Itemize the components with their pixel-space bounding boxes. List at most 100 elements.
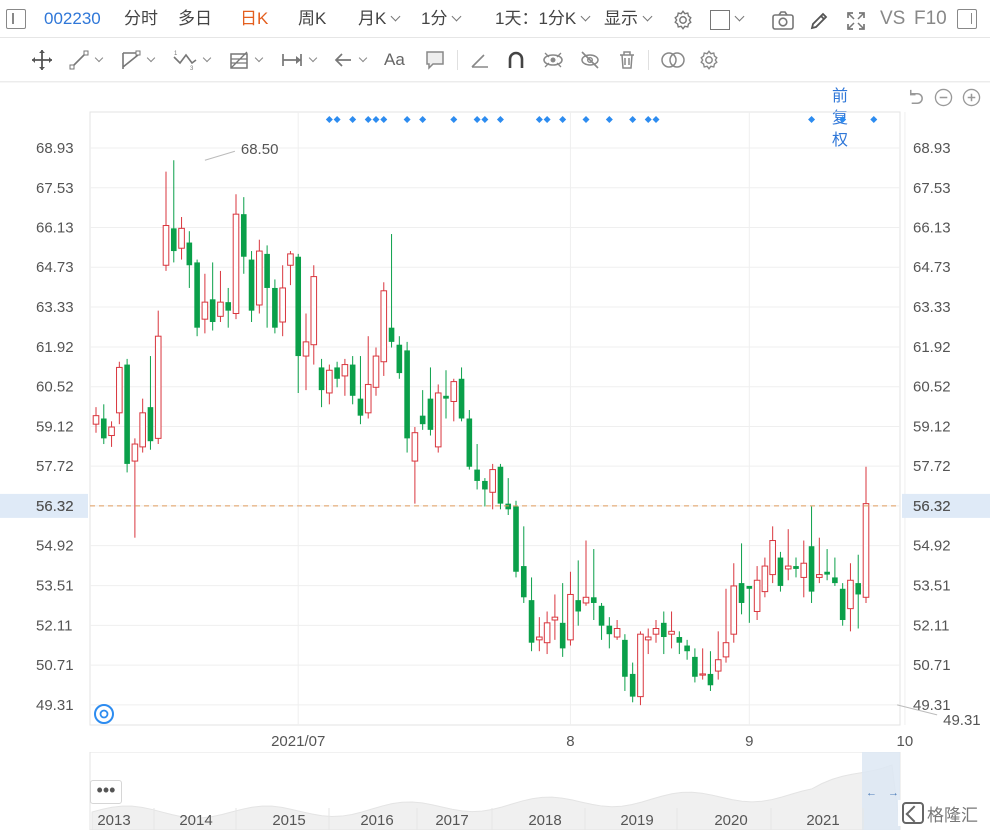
candle-body-up bbox=[364, 383, 372, 414]
candle bbox=[761, 557, 769, 598]
high-annotation-leader bbox=[204, 150, 236, 161]
comment-icon[interactable] bbox=[424, 46, 446, 74]
candle-body-down bbox=[427, 398, 434, 430]
magnet-icon[interactable] bbox=[505, 46, 527, 74]
move-crosshair-icon[interactable] bbox=[30, 46, 54, 74]
candle-body-down bbox=[482, 480, 488, 490]
trend-line-tool[interactable] bbox=[68, 46, 104, 74]
y-tick-label-left: 63.33 bbox=[36, 299, 74, 316]
candle bbox=[847, 563, 854, 632]
text-tool[interactable]: Aa bbox=[384, 46, 405, 74]
current-price-label-left: 56.32 bbox=[36, 498, 74, 515]
vs-compare-button[interactable]: VS bbox=[880, 0, 905, 38]
candle bbox=[100, 404, 107, 445]
candle bbox=[108, 421, 115, 447]
measure-angle-icon[interactable] bbox=[469, 46, 491, 74]
candle bbox=[629, 662, 636, 703]
candle bbox=[264, 245, 270, 328]
tab-daily-k[interactable]: 日K bbox=[240, 0, 268, 38]
fullscreen-icon[interactable] bbox=[845, 8, 867, 30]
f10-button[interactable]: F10 bbox=[914, 0, 947, 38]
zoom-out-icon[interactable] bbox=[934, 88, 953, 107]
panel-toggle-icon[interactable] bbox=[957, 9, 977, 29]
tab-intraday[interactable]: 分时 bbox=[124, 0, 158, 38]
y-tick-label-left: 52.11 bbox=[36, 617, 72, 634]
candle bbox=[349, 356, 356, 405]
wave-tool[interactable]: 13 bbox=[172, 46, 212, 74]
x-tick-label: 9 bbox=[745, 733, 753, 750]
navigator-year-label: 2016 bbox=[360, 812, 393, 829]
event-marker-diamond bbox=[543, 116, 551, 123]
candle bbox=[839, 583, 846, 626]
event-marker-diamond bbox=[380, 116, 388, 123]
candle-body-down bbox=[575, 600, 582, 612]
candle bbox=[194, 259, 200, 337]
candle-body-up bbox=[637, 633, 644, 698]
candle-body-down bbox=[629, 673, 636, 697]
candle bbox=[232, 194, 240, 320]
candle-body-up bbox=[489, 469, 496, 493]
overlay-compare-icon[interactable] bbox=[660, 46, 686, 74]
chart-settings-gear-icon[interactable] bbox=[698, 46, 720, 74]
candle-body-down bbox=[738, 583, 745, 603]
sidebar-toggle-icon[interactable] bbox=[6, 9, 26, 29]
layout-dropdown[interactable] bbox=[710, 0, 745, 38]
event-marker-diamond bbox=[644, 116, 652, 123]
navigator-more-button[interactable]: ••• bbox=[90, 780, 122, 804]
time-navigator[interactable]: ← → 2013 2014 2015 2016 2017 2018 2019 2020 2021 bbox=[0, 752, 990, 830]
fibonacci-tool[interactable] bbox=[228, 46, 264, 74]
y-tick-label-right: 59.12 bbox=[913, 418, 951, 435]
y-tick-label-right: 64.73 bbox=[913, 259, 951, 276]
candle bbox=[644, 628, 652, 655]
chevron-down-icon bbox=[390, 11, 401, 22]
y-tick-label-right: 56.32 bbox=[913, 498, 951, 515]
settings-gear-icon[interactable] bbox=[672, 7, 694, 31]
display-dropdown[interactable]: 显示 bbox=[604, 0, 653, 38]
candle-body-down bbox=[349, 364, 356, 396]
candle bbox=[458, 367, 465, 422]
y-tick-label-left: 50.71 bbox=[36, 657, 74, 674]
range-tool[interactable] bbox=[280, 46, 318, 74]
candle-body-down bbox=[824, 571, 830, 575]
lock-drawings-icon[interactable] bbox=[541, 46, 565, 74]
event-marker-diamond bbox=[473, 116, 481, 123]
candle-body-down bbox=[474, 469, 480, 481]
candle bbox=[777, 551, 784, 592]
candle-body-up bbox=[536, 636, 543, 641]
candle bbox=[582, 540, 590, 606]
arrow-tool[interactable] bbox=[332, 46, 368, 74]
trash-icon[interactable] bbox=[616, 46, 638, 74]
monthly-k-dropdown[interactable]: 月K bbox=[358, 0, 401, 38]
undo-icon[interactable] bbox=[906, 88, 925, 107]
candle bbox=[372, 347, 380, 396]
candle bbox=[186, 231, 193, 288]
candle-body-down bbox=[676, 637, 683, 643]
candle bbox=[832, 557, 838, 586]
text-tool-label: Aa bbox=[384, 50, 405, 69]
candle-body-down bbox=[147, 407, 154, 442]
minute-dropdown[interactable]: 1分 bbox=[421, 0, 462, 38]
y-tick-label-left: 57.72 bbox=[36, 458, 74, 475]
hide-drawings-icon[interactable] bbox=[579, 46, 601, 74]
candle-body-down bbox=[194, 262, 200, 328]
y-tick-label-right: 67.53 bbox=[913, 180, 951, 197]
candle bbox=[855, 554, 862, 629]
current-price-tag-left-bg bbox=[0, 493, 88, 518]
navigator-year-label: 2014 bbox=[179, 812, 212, 829]
zoom-in-icon[interactable] bbox=[962, 88, 981, 107]
tab-weekly-k[interactable]: 周K bbox=[298, 0, 326, 38]
candle-body-down bbox=[513, 506, 519, 572]
toolbar-divider bbox=[648, 50, 649, 70]
multi-day-dropdown[interactable]: 1天：1分K bbox=[495, 0, 591, 38]
camera-icon[interactable] bbox=[771, 8, 795, 30]
pencil-icon[interactable] bbox=[808, 8, 830, 30]
candle-body-down bbox=[793, 566, 799, 569]
tab-multi-day[interactable]: 多日 bbox=[178, 0, 212, 38]
candle-body-up bbox=[154, 335, 162, 439]
candle-body-down bbox=[466, 418, 473, 467]
event-marker-diamond bbox=[535, 116, 543, 123]
channel-tool[interactable] bbox=[120, 46, 156, 74]
candle-body-up bbox=[326, 369, 333, 394]
event-marker-diamond bbox=[325, 116, 333, 123]
high-annotation-label: 68.50 bbox=[241, 141, 279, 158]
